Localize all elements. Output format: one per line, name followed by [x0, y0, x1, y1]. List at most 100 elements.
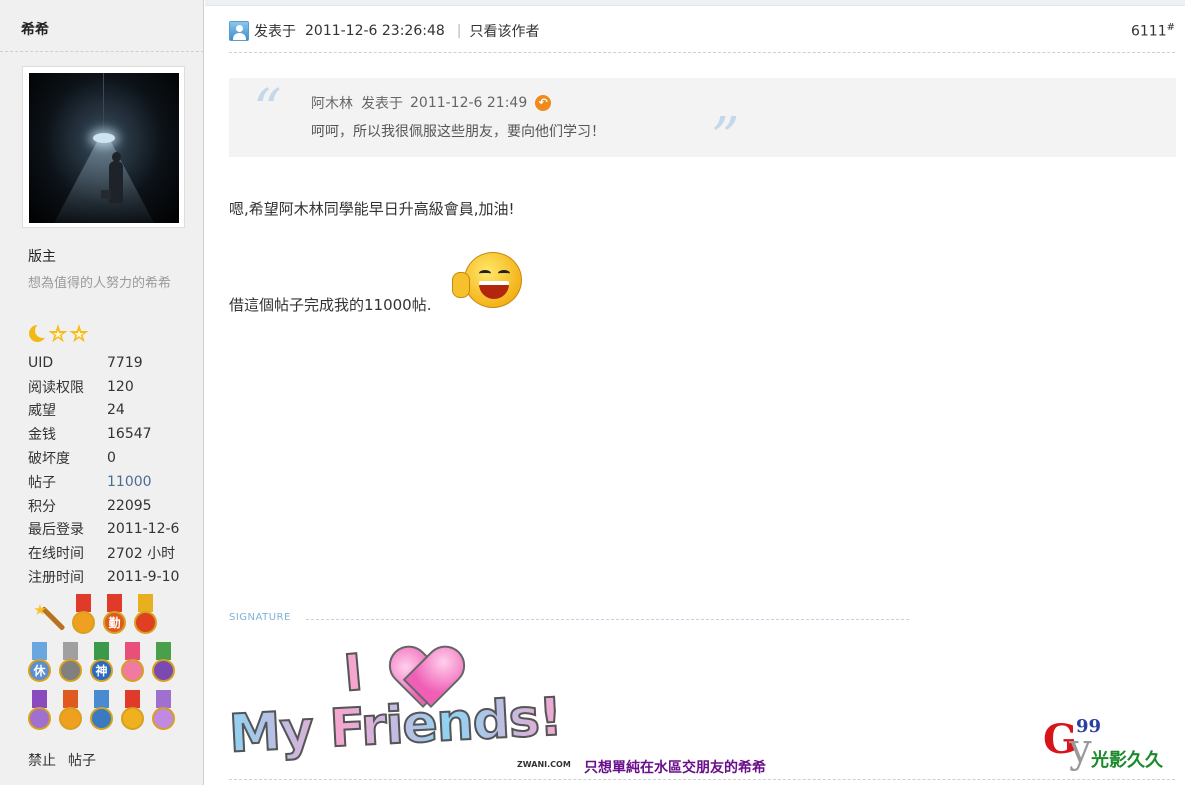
stat-label: 阅读权限 [28, 379, 84, 396]
stat-label: 金钱 [28, 427, 56, 444]
signature-label: SIGNATURE [229, 612, 291, 623]
stat-row-last-login: 最后登录 2011-12-6 [28, 518, 179, 542]
stat-label: 积分 [28, 498, 56, 515]
stat-label: 破坏度 [28, 451, 70, 468]
custom-title: 想為值得的人努力的希希 [28, 276, 172, 291]
magic-wand-medal-icon[interactable] [26, 594, 66, 638]
stat-row-prestige: 威望 24 [28, 399, 179, 423]
floor-number[interactable]: 6111# [1131, 22, 1175, 40]
medal-icon[interactable]: 休 [26, 642, 53, 686]
post-body-line: 嗯,希望阿木林同學能早日升高級會員,加油! [229, 200, 515, 218]
username[interactable]: 希希 [21, 19, 49, 39]
posts-link[interactable]: 帖子 [68, 750, 96, 770]
site-logo: G 99 y 光影久久 [1043, 716, 1178, 772]
rank-title: 版主 [28, 249, 56, 265]
medal-icon[interactable] [57, 642, 84, 686]
ban-link[interactable]: 禁止 [28, 750, 56, 770]
floor-value: 6111 [1130, 23, 1167, 40]
stat-row-money: 金钱 16547 [28, 422, 179, 446]
signature-image: I My Friends! ZWANI.COM [227, 642, 579, 772]
medal-ribbon [138, 594, 153, 612]
stat-row-read-permission: 阅读权限 120 [28, 375, 179, 399]
medal-icon[interactable] [70, 594, 97, 638]
quote-meta: 阿木林 发表于 2011-12-6 21:49 ↶ [311, 93, 552, 113]
medal-icon[interactable] [132, 594, 159, 638]
quote-posted-label: 发表于 [361, 96, 403, 112]
stat-value: 16547 [107, 426, 152, 443]
quote-author: 阿木林 [311, 96, 353, 112]
stat-row-online-time: 在线时间 2702 小时 [28, 541, 179, 565]
medal-ribbon [94, 690, 109, 708]
post-time: 2011-12-6 23:26:48 [305, 23, 445, 39]
stat-label: 帖子 [28, 474, 56, 491]
medal-icon[interactable]: 神 [88, 642, 115, 686]
medal-row: 休神 [26, 642, 186, 690]
avatar-image [29, 73, 179, 223]
medal-icon[interactable] [119, 642, 146, 686]
medal-ribbon [76, 594, 91, 612]
medal-disc [121, 707, 144, 730]
divider [229, 52, 1175, 53]
floor-mark: # [1166, 22, 1175, 34]
medal-disc [90, 707, 113, 730]
stat-label: UID [28, 354, 54, 371]
stat-row-uid: UID 7719 [28, 351, 179, 375]
stat-row-register-time: 注册时间 2011-9-10 [28, 565, 179, 589]
medal-list: 勤 休神 [26, 594, 186, 738]
posts-count-link[interactable]: 11000 [107, 474, 152, 490]
close-quote-icon: ” [711, 106, 740, 171]
smiley-eye [479, 270, 491, 277]
smiley-emoticon-icon [452, 250, 524, 312]
medal-text: 勤 [108, 616, 121, 630]
stat-value: 2702 小时 [107, 546, 176, 563]
user-stats: UID 7719 阅读权限 120 威望 24 金钱 16547 破坏度 0 帖子 1100… [28, 351, 179, 589]
quote-time: 2011-12-6 21:49 [410, 95, 528, 111]
post-header: 发表于 2011-12-6 23:26:48 | 只看该作者 6111# [229, 19, 1175, 43]
medal-icon[interactable] [26, 690, 53, 734]
stat-row-points: 积分 22095 [28, 494, 179, 518]
medal-ribbon [125, 690, 140, 708]
stat-label: 最后登录 [28, 522, 84, 539]
medal-disc [152, 659, 175, 682]
medal-ribbon [63, 642, 78, 660]
medal-ribbon [32, 642, 47, 660]
medal-icon[interactable] [150, 690, 177, 734]
stat-value: 2011-9-10 [107, 569, 180, 586]
only-author-link[interactable]: 只看该作者 [470, 21, 540, 41]
stat-row-destruction: 破坏度 0 [28, 446, 179, 470]
user-sidebar: 希希 版主 想為值得的人努力的希希 UID 7719 阅读权限 120 威望 24 金… [0, 0, 204, 785]
smiley-eye [498, 270, 510, 277]
medal-icon[interactable] [150, 642, 177, 686]
quote-block: “ 阿木林 发表于 2011-12-6 21:49 ↶ 呵呵，所以我很佩服这些朋… [229, 78, 1176, 171]
medal-icon[interactable]: 勤 [101, 594, 128, 638]
jump-back-icon[interactable]: ↶ [535, 95, 552, 111]
moon-icon [28, 323, 50, 343]
smiley-mouth [479, 281, 509, 299]
open-quote-icon: “ [253, 78, 282, 143]
signature-image-brand: ZWANI.COM [517, 760, 571, 769]
divider [229, 779, 1175, 780]
medal-disc [28, 707, 51, 730]
rank-stars [28, 323, 89, 344]
signature-image-word: I [341, 642, 367, 703]
smiley-hand [452, 272, 470, 298]
separator: | [456, 23, 462, 39]
medal-ribbon [32, 690, 47, 708]
post-body-line: 借這個帖子完成我的11000帖. [229, 296, 432, 314]
medal-icon[interactable] [119, 690, 146, 734]
medal-ribbon [156, 642, 171, 660]
medal-ribbon [94, 642, 109, 660]
logo-text: 光影久久 [1091, 750, 1163, 771]
medal-icon[interactable] [88, 690, 115, 734]
signature-image-text: My Friends! [227, 686, 564, 765]
stat-value: 120 [107, 378, 134, 395]
medal-ribbon [63, 690, 78, 708]
stat-value: 7719 [107, 354, 143, 371]
avatar[interactable] [22, 66, 185, 228]
logo-y: y [1069, 726, 1092, 772]
medal-ribbon [107, 594, 122, 612]
medal-icon[interactable] [57, 690, 84, 734]
medal-disc [134, 611, 157, 634]
quote-text: 呵呵，所以我很佩服这些朋友，要向他们学习！ [311, 124, 605, 140]
medal-ribbon [156, 690, 171, 708]
